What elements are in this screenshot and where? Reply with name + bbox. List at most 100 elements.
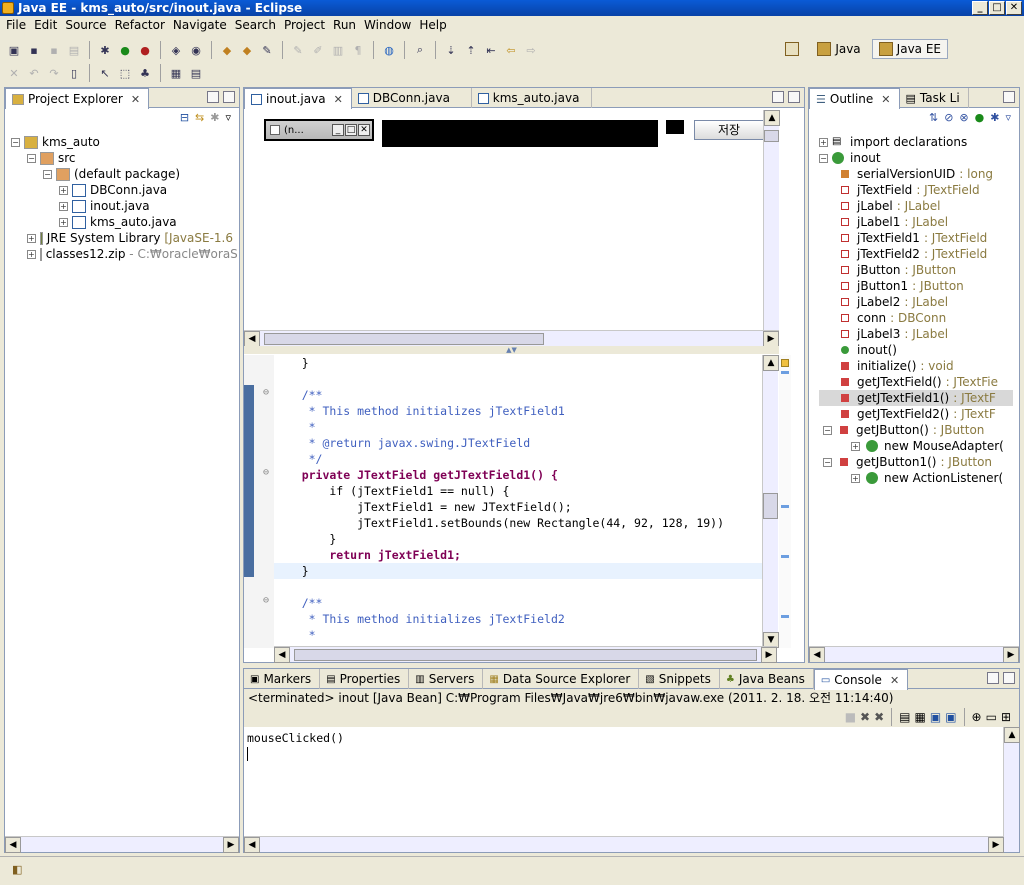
maximize-editor-button[interactable] <box>788 91 800 103</box>
explorer-hscroll[interactable]: ◀ ▶ <box>5 836 239 853</box>
remove-all-icon[interactable]: ✖ <box>874 710 884 724</box>
last-edit-icon[interactable]: ⇤ <box>483 42 499 58</box>
close-icon[interactable]: ✕ <box>334 93 343 106</box>
tab-markers[interactable]: ▣ Markers <box>244 669 321 689</box>
designer-vscroll[interactable]: ▲ <box>763 110 780 330</box>
undo-icon[interactable]: ↶ <box>26 65 42 81</box>
menu-project[interactable]: Project <box>282 16 331 36</box>
outline-item[interactable]: jLabel1: JLabel <box>819 214 1013 230</box>
tree-node-kms-auto[interactable]: + kms_auto.java <box>11 214 233 230</box>
menu-source[interactable]: Source <box>63 16 112 36</box>
selection-icon[interactable]: ↖ <box>97 65 113 81</box>
fast-view-icon[interactable]: ◧ <box>12 863 22 876</box>
next-annotation-icon[interactable]: ⇣ <box>443 42 459 58</box>
print-icon[interactable]: ▤ <box>66 42 82 58</box>
outline-item[interactable]: + ▤ import declarations <box>819 134 1013 150</box>
show-stderr-icon[interactable]: ▣ <box>945 710 956 724</box>
perspective-java[interactable]: Java <box>810 39 867 59</box>
tab-inout-java[interactable]: inout.java ✕ <box>244 88 352 109</box>
overview-ruler[interactable] <box>779 355 791 648</box>
hide-local-types-icon[interactable]: ✱ <box>990 111 999 127</box>
sort-icon[interactable]: ⇅ <box>929 111 938 127</box>
console-output[interactable]: mouseClicked() <box>244 727 1019 765</box>
maximize-view-button[interactable] <box>223 91 235 103</box>
tree-node-src[interactable]: − src <box>11 150 233 166</box>
outline-item[interactable]: jLabel2: JLabel <box>819 294 1013 310</box>
outline-item[interactable]: inout() <box>819 342 1013 358</box>
hide-static-icon[interactable]: ⊗ <box>959 111 968 127</box>
debug-icon[interactable]: ✱ <box>97 42 113 58</box>
outline-item[interactable]: + new MouseAdapter( <box>819 438 1013 454</box>
hide-nonpublic-icon[interactable]: ● <box>975 111 985 127</box>
grid-icon[interactable]: ▦ <box>168 65 184 81</box>
close-icon[interactable]: ✕ <box>890 674 899 687</box>
minimize-button[interactable]: _ <box>972 1 988 15</box>
close-button[interactable]: ✕ <box>1006 1 1022 15</box>
paragraph-icon[interactable]: ¶ <box>350 42 366 58</box>
link-editor-icon[interactable]: ⇆ <box>195 111 204 127</box>
outline-item[interactable]: jLabel3: JLabel <box>819 326 1013 342</box>
tab-outline[interactable]: ☰ Outline ✕ <box>809 88 900 109</box>
save-icon[interactable]: ▪ <box>26 42 42 58</box>
wand-icon[interactable]: ✎ <box>259 42 275 58</box>
tab-dbconn-java[interactable]: DBConn.java <box>352 88 472 108</box>
minimize-view-button[interactable] <box>987 672 999 684</box>
source-vscroll[interactable]: ▲ ▼ <box>762 355 779 648</box>
collapse-all-icon[interactable]: ⊟ <box>180 111 189 127</box>
pen-icon[interactable]: ✐ <box>310 42 326 58</box>
filters-icon[interactable]: ✱ <box>210 111 219 127</box>
save-all-icon[interactable]: ▪ <box>46 42 62 58</box>
outline-item[interactable]: + new ActionListener( <box>819 470 1013 486</box>
tree-node-default-package[interactable]: − (default package) <box>11 166 233 182</box>
tab-snippets[interactable]: ▧ Snippets <box>639 669 720 689</box>
run-icon[interactable]: ● <box>117 42 133 58</box>
clear-console-icon[interactable]: ▤ <box>899 710 910 724</box>
search-icon[interactable]: ⌕ <box>412 42 428 58</box>
source-editor[interactable]: } ⊖ /** * This method initializes jTextF… <box>244 355 762 648</box>
menu-file[interactable]: File <box>4 16 32 36</box>
prev-annotation-icon[interactable]: ⇡ <box>463 42 479 58</box>
console-vscroll[interactable]: ▲ <box>1003 727 1020 852</box>
outline-item[interactable]: jTextField1: JTextField <box>819 230 1013 246</box>
tab-kms-auto-java[interactable]: kms_auto.java <box>472 88 592 108</box>
tab-properties[interactable]: ▤ Properties <box>320 669 410 689</box>
menu-window[interactable]: Window <box>362 16 417 36</box>
outline-hscroll[interactable]: ◀ ▶ <box>809 646 1019 662</box>
view-menu-icon[interactable]: ▿ <box>225 111 231 127</box>
tab-console[interactable]: ▭ Console ✕ <box>813 669 909 690</box>
tree-node-inout[interactable]: + inout.java <box>11 198 233 214</box>
label-preview[interactable] <box>666 120 684 134</box>
layout-icon[interactable]: ▯ <box>66 65 82 81</box>
minimize-view-button[interactable] <box>1003 91 1015 103</box>
outline-item[interactable]: − getJButton(): JButton <box>819 422 1013 438</box>
menu-search[interactable]: Search <box>233 16 282 36</box>
minimize-editor-button[interactable] <box>772 91 784 103</box>
perspective-java-ee[interactable]: Java EE <box>871 39 948 59</box>
jframe-preview[interactable]: (n... _ □ ✕ <box>264 119 374 141</box>
terminate-icon[interactable]: ■ <box>845 710 856 724</box>
properties-icon[interactable]: ▤ <box>188 65 204 81</box>
menu-run[interactable]: Run <box>331 16 362 36</box>
tab-task-list[interactable]: ▤ Task Li <box>900 88 969 108</box>
beans-icon[interactable]: ♣ <box>137 65 153 81</box>
outline-item[interactable]: getJTextField1(): JTextF <box>819 390 1013 406</box>
close-icon[interactable]: ✕ <box>881 93 890 106</box>
tab-servers[interactable]: ▥ Servers <box>409 669 484 689</box>
designer-hscroll[interactable]: ◀ ▶ <box>244 330 779 347</box>
maximize-button[interactable]: □ <box>989 1 1005 15</box>
outline-item[interactable]: jLabel: JLabel <box>819 198 1013 214</box>
view-menu-icon[interactable]: ▿ <box>1005 111 1011 127</box>
redo-icon[interactable]: ↷ <box>46 65 62 81</box>
open-resource-icon[interactable]: ◆ <box>239 42 255 58</box>
pin-console-icon[interactable]: ⊕ <box>972 710 982 724</box>
outline-item[interactable]: conn: DBConn <box>819 310 1013 326</box>
show-stdout-icon[interactable]: ▣ <box>930 710 941 724</box>
globe-icon[interactable]: ◍ <box>381 42 397 58</box>
outline-item[interactable]: getJTextField(): JTextFie <box>819 374 1013 390</box>
cut-icon[interactable]: ✕ <box>6 65 22 81</box>
marquee-icon[interactable]: ⬚ <box>117 65 133 81</box>
new-icon[interactable]: ▣ <box>6 42 22 58</box>
tree-node-dbconn[interactable]: + DBConn.java <box>11 182 233 198</box>
display-console-icon[interactable]: ▭ <box>986 710 997 724</box>
outline-item[interactable]: − getJButton1(): JButton <box>819 454 1013 470</box>
